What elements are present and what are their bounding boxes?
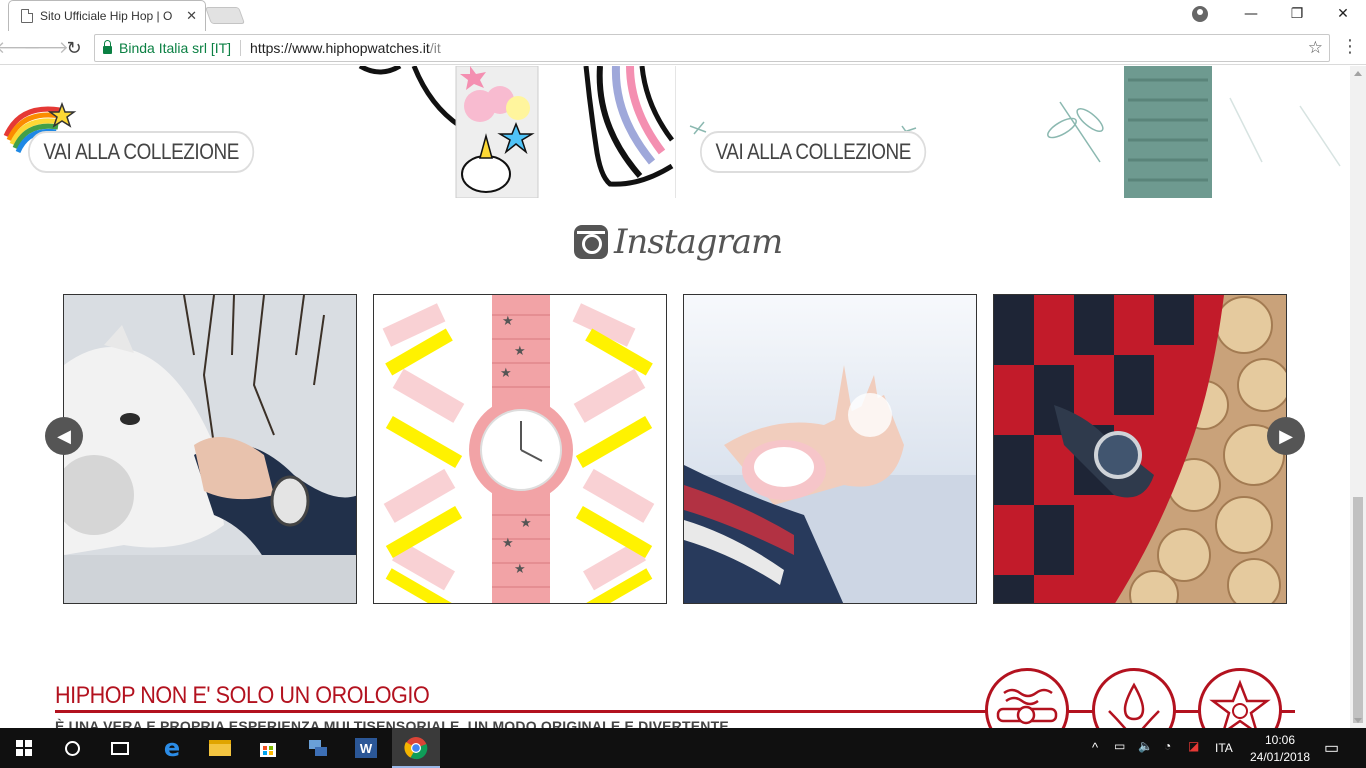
site-identity[interactable]: Binda Italia srl [IT] [119, 40, 231, 56]
close-window-button[interactable]: ✕ [1320, 0, 1366, 28]
banner-divider [675, 66, 676, 198]
scent-badge-icon[interactable] [1092, 668, 1176, 728]
clock-time[interactable]: 10:06 [1250, 733, 1310, 747]
svg-text:★: ★ [500, 366, 512, 381]
minimize-button[interactable]: — [1228, 0, 1274, 28]
start-button[interactable] [0, 728, 48, 768]
url-host: https://www.hiphopwatches.it [250, 40, 430, 56]
svg-text:★: ★ [502, 314, 514, 329]
promo-title: HIPHOP NON E' SOLO UN OROLOGIO [55, 682, 430, 709]
water-resistant-badge-icon[interactable] [985, 668, 1069, 728]
tab-bar: Sito Ufficiale Hip Hop | O ✕ — ❐ ✕ [0, 0, 1366, 31]
lock-icon [103, 40, 112, 54]
edge-browser-icon[interactable]: e [148, 728, 196, 768]
url-path: /it [429, 40, 441, 56]
post-image-horse [64, 295, 356, 603]
windows-taskbar: e W ^ ▭ 🔈 ◔ ◪ ITA 10:06 24/01/2018 ▭ [0, 728, 1366, 768]
scrollbar-thumb[interactable] [1353, 497, 1363, 723]
svg-text:★: ★ [514, 344, 526, 359]
wifi-icon[interactable]: ◔ [1164, 739, 1171, 753]
new-tab-button[interactable] [204, 7, 246, 24]
profile-icon[interactable] [1192, 6, 1208, 22]
file-explorer-icon[interactable] [196, 728, 244, 768]
instagram-post[interactable] [63, 294, 357, 604]
carousel-prev-icon[interactable]: ◀ [45, 417, 83, 455]
bookmark-star-icon[interactable]: ☆ [1308, 38, 1323, 58]
antivirus-icon[interactable]: ◪ [1188, 739, 1199, 753]
scroll-down-icon[interactable] [1354, 718, 1362, 723]
clock-date[interactable]: 24/01/2018 [1246, 750, 1314, 764]
instagram-heading[interactable]: Instagram [574, 222, 783, 262]
svg-text:★: ★ [514, 562, 526, 577]
svg-text:★: ★ [520, 516, 532, 531]
left-collection-button[interactable]: VAI ALLA COLLEZIONE [28, 131, 255, 173]
carousel-next-icon[interactable]: ▶ [1267, 417, 1305, 455]
instagram-icon [574, 225, 608, 259]
tray-overflow-icon[interactable]: ^ [1092, 740, 1098, 755]
page-scrollbar[interactable] [1350, 66, 1366, 728]
svg-text:★: ★ [502, 536, 514, 551]
instagram-post[interactable] [683, 294, 977, 604]
word-icon[interactable]: W [342, 728, 390, 768]
browser-tab[interactable]: Sito Ufficiale Hip Hop | O ✕ [8, 0, 206, 31]
battery-icon[interactable]: ▭ [1114, 739, 1125, 753]
language-indicator[interactable]: ITA [1215, 741, 1233, 755]
windows-logo-icon [16, 740, 32, 756]
instagram-post[interactable]: ★ ★ ★ ★ ★ ★ [373, 294, 667, 604]
reload-button[interactable]: ↻ [62, 36, 86, 60]
divider [240, 40, 242, 56]
tab-close-icon[interactable]: ✕ [186, 9, 197, 24]
network-app-icon[interactable] [294, 728, 342, 768]
scroll-up-icon[interactable] [1354, 71, 1362, 76]
promo-subtitle: È UNA VERA E PROPRIA ESPERIENZA MULTISEN… [55, 718, 729, 728]
page-icon [21, 9, 33, 23]
star-badge-icon[interactable] [1198, 668, 1282, 728]
tab-title: Sito Ufficiale Hip Hop | O [40, 9, 173, 23]
notifications-icon[interactable]: ▭ [1324, 738, 1339, 758]
address-bar[interactable]: Binda Italia srl [IT] https://www.hiphop… [94, 34, 1330, 62]
chrome-menu-icon[interactable]: ⋮ [1340, 36, 1360, 60]
post-image-hand-watch [684, 295, 976, 603]
post-image-pink-watch: ★★★ ★★★ [374, 295, 666, 603]
page-viewport: VAI ALLA COLLEZIONE VAI ALLA COLLEZIONE … [0, 66, 1350, 728]
volume-icon[interactable]: 🔈 [1138, 739, 1153, 753]
search-cortana-icon[interactable] [48, 728, 96, 768]
task-view-icon[interactable] [96, 728, 144, 768]
browser-toolbar: 🡐 🡒 ↻ Binda Italia srl [IT] https://www.… [0, 31, 1366, 65]
right-collection-button[interactable]: VAI ALLA COLLEZIONE [700, 131, 927, 173]
restore-button[interactable]: ❐ [1274, 0, 1320, 28]
store-icon[interactable] [244, 728, 292, 768]
chrome-taskbar-icon[interactable] [392, 728, 440, 768]
collection-banner: VAI ALLA COLLEZIONE VAI ALLA COLLEZIONE [0, 66, 1350, 198]
post-image-logs-watch [994, 295, 1286, 603]
instagram-title: Instagram [614, 222, 783, 262]
forward-button[interactable]: 🡒 [23, 36, 69, 60]
instagram-post[interactable] [993, 294, 1287, 604]
